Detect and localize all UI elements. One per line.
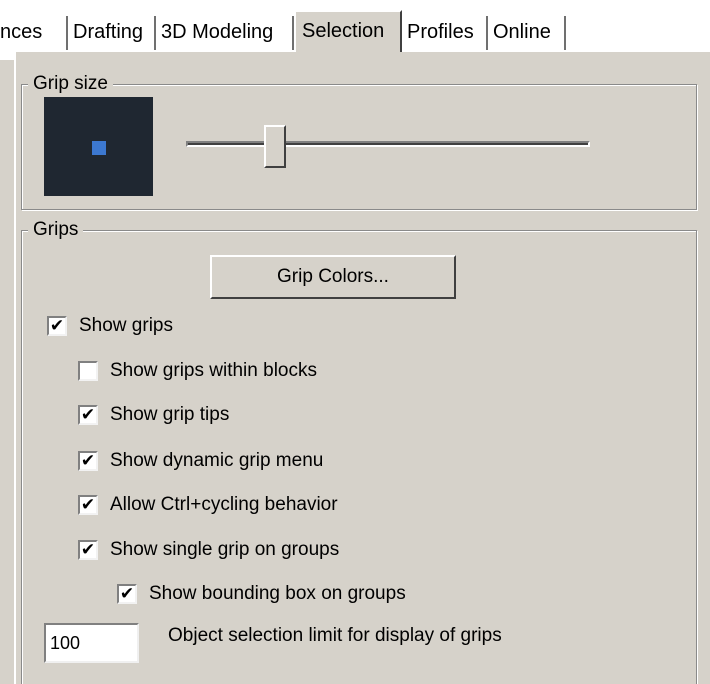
selection-limit-label: Object selection limit for display of gr… xyxy=(168,625,502,646)
tab-drafting[interactable]: Drafting xyxy=(68,16,156,50)
tab-online[interactable]: Online xyxy=(488,16,566,50)
checkbox-box[interactable]: ✔ xyxy=(47,316,67,336)
checkbox-box[interactable]: ✔ xyxy=(78,540,98,560)
grip-preview-square xyxy=(92,141,106,155)
checkbox-label: Show grips within blocks xyxy=(110,360,317,381)
grip-colors-button[interactable]: Grip Colors... xyxy=(210,255,456,299)
checkbox-label: Show dynamic grip menu xyxy=(110,450,324,471)
checkbox-label: Allow Ctrl+cycling behavior xyxy=(110,494,338,515)
checkbox-box[interactable]: ✔ xyxy=(78,495,98,515)
selection-limit-input[interactable] xyxy=(44,623,139,663)
checkbox-label: Show grip tips xyxy=(110,404,230,425)
grip-size-title: Grip size xyxy=(28,73,113,95)
checkbox-box[interactable]: ✔ xyxy=(117,584,137,604)
checkbox-label: Show single grip on groups xyxy=(110,539,340,560)
tab-selection[interactable]: Selection xyxy=(294,10,402,52)
grip-size-preview xyxy=(44,97,153,196)
checkbox-box[interactable] xyxy=(78,361,98,381)
checkbox-label: Show bounding box on groups xyxy=(149,583,406,604)
checkbox-box[interactable]: ✔ xyxy=(78,451,98,471)
tab-preferences[interactable]: nces xyxy=(0,16,68,50)
grip-size-slider-track[interactable] xyxy=(186,141,590,147)
grip-size-slider-thumb[interactable] xyxy=(263,125,286,168)
checkbox-box[interactable]: ✔ xyxy=(78,405,98,425)
grips-title: Grips xyxy=(28,219,84,241)
tab-profiles[interactable]: Profiles xyxy=(402,16,488,50)
checkbox-label: Show grips xyxy=(79,315,173,336)
tab-3d-modeling[interactable]: 3D Modeling xyxy=(156,16,294,50)
